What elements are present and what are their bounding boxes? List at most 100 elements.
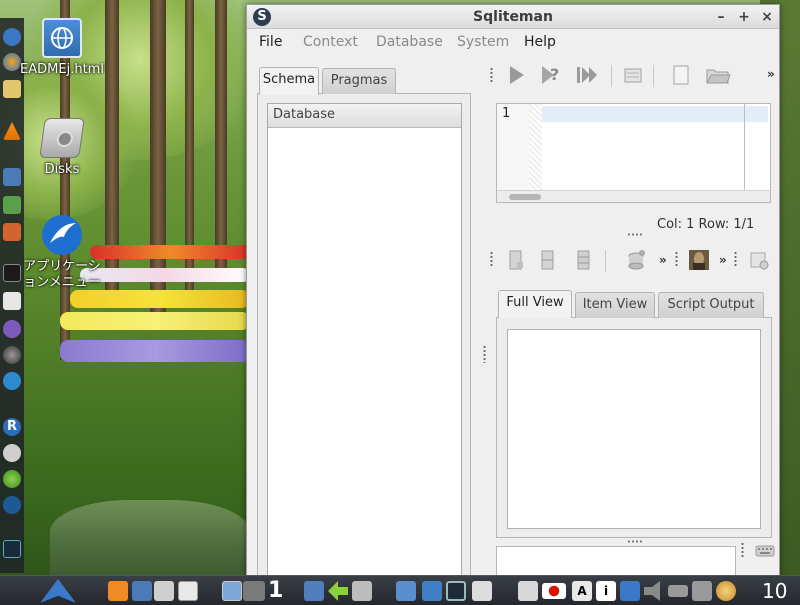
results-toolbar-grip[interactable] xyxy=(490,251,493,267)
drive-icon[interactable] xyxy=(352,581,372,601)
editor-splitter-handle[interactable] xyxy=(627,233,643,236)
window-list-icon-1[interactable] xyxy=(396,581,416,601)
camera-icon[interactable] xyxy=(154,581,174,601)
screenshot-icon[interactable] xyxy=(518,581,538,601)
japan-flag-icon[interactable] xyxy=(542,583,566,599)
desktop-icon-readme[interactable]: EADMEj.html xyxy=(12,18,112,78)
run-script-icon[interactable] xyxy=(574,63,598,87)
wireless-icon[interactable] xyxy=(620,581,640,601)
toolbar-separator xyxy=(611,65,612,87)
menu-system[interactable]: System xyxy=(457,34,509,50)
scrollbar-thumb[interactable] xyxy=(509,194,541,200)
tab-item-view[interactable]: Item View xyxy=(575,292,655,318)
insert-row-icon[interactable] xyxy=(504,248,528,272)
keyboard-icon[interactable] xyxy=(753,539,777,563)
commit-changes-icon[interactable] xyxy=(624,248,648,272)
results-grid[interactable] xyxy=(507,329,761,529)
toolbar-overflow-chevron[interactable]: » xyxy=(767,67,775,81)
r-language-icon[interactable]: R xyxy=(3,418,21,436)
schema-tree[interactable]: Database xyxy=(267,103,462,578)
sqliteman-window: S Sqliteman – + × File Context Database … xyxy=(246,4,780,578)
results-toolbar-overflow[interactable]: » xyxy=(659,253,667,267)
output-grip[interactable] xyxy=(741,542,744,558)
toolbar-separator xyxy=(605,250,606,272)
results-toolbar-overflow-2[interactable]: » xyxy=(719,253,727,267)
menu-database[interactable]: Database xyxy=(376,34,443,50)
title-bar[interactable]: S Sqliteman – + × xyxy=(247,5,779,29)
open-folder-icon[interactable] xyxy=(705,63,731,87)
desktop-icon-label-line2: ョンメニュー xyxy=(23,275,101,290)
package-icon[interactable] xyxy=(132,581,152,601)
monitor-icon[interactable] xyxy=(446,581,466,601)
close-button[interactable]: × xyxy=(759,8,775,26)
fold-margin xyxy=(529,104,542,190)
horizontal-scrollbar[interactable] xyxy=(497,190,770,202)
output-box[interactable] xyxy=(496,546,736,578)
blob-preview-icon[interactable] xyxy=(687,248,711,272)
desktop-icon-disks[interactable]: Disks xyxy=(12,118,112,178)
workspace-number: 1 xyxy=(268,578,284,603)
edge-marker xyxy=(744,104,745,190)
menu-bar: File Context Database System Help xyxy=(247,30,779,54)
results-toolbar-grip-3[interactable] xyxy=(734,251,737,267)
calculator-icon[interactable] xyxy=(472,581,492,601)
menu-file[interactable]: File xyxy=(259,34,282,50)
tab-script-output[interactable]: Script Output xyxy=(658,292,764,318)
bird-icon[interactable] xyxy=(3,372,21,390)
desktop-icon-label: Disks xyxy=(44,162,80,177)
file-manager-icon[interactable] xyxy=(304,581,324,601)
export-data-icon[interactable] xyxy=(747,248,771,272)
start-menu-icon[interactable] xyxy=(40,579,76,603)
tab-schema[interactable]: Schema xyxy=(259,67,319,95)
svg-text:?: ? xyxy=(550,65,559,84)
line-number: 1 xyxy=(502,106,511,121)
desktop-icon-app-menu[interactable]: アプリケーシ ョンメニュー xyxy=(12,215,112,291)
info-icon[interactable]: i xyxy=(596,581,616,601)
explain-query-icon[interactable]: ? xyxy=(538,63,562,87)
tree-header-database[interactable]: Database xyxy=(268,104,461,128)
show-desktop-icon[interactable] xyxy=(178,581,198,601)
battery-icon[interactable] xyxy=(668,585,688,597)
network-transfer-icon[interactable] xyxy=(692,581,712,601)
tab-full-view[interactable]: Full View xyxy=(498,290,572,318)
minimize-button[interactable]: – xyxy=(713,8,729,26)
input-method-icon[interactable]: A xyxy=(572,581,592,601)
sqliteman-launcher-icon[interactable] xyxy=(3,496,21,514)
document-viewer-icon[interactable] xyxy=(3,292,21,310)
duplicate-row-icon[interactable] xyxy=(536,248,560,272)
desktop-icon-label: EADMEj.html xyxy=(20,62,104,77)
splitter-handle[interactable] xyxy=(483,345,486,363)
results-toolbar-grip-2[interactable] xyxy=(675,251,678,267)
maximize-button[interactable]: + xyxy=(736,8,752,26)
delete-row-icon[interactable] xyxy=(572,248,596,272)
settings-gear-icon[interactable] xyxy=(108,581,128,601)
results-splitter-handle[interactable] xyxy=(627,540,643,543)
volume-icon[interactable] xyxy=(644,581,660,601)
emacs-icon[interactable] xyxy=(3,320,21,338)
run-sql-icon[interactable] xyxy=(504,63,528,87)
menu-help[interactable]: Help xyxy=(524,34,556,50)
settings-icon[interactable] xyxy=(3,444,21,462)
toolbar-grip[interactable] xyxy=(490,67,493,83)
workspace-1-icon[interactable] xyxy=(222,581,242,601)
system-monitor-icon[interactable] xyxy=(3,540,21,558)
home-folder-icon[interactable] xyxy=(422,581,442,601)
search-icon[interactable] xyxy=(3,346,21,364)
window-title: Sqliteman xyxy=(473,9,553,25)
workspace-2-icon[interactable] xyxy=(243,581,265,601)
sql-editor[interactable]: 1 xyxy=(496,103,771,203)
lubuntu-bird-icon xyxy=(42,215,82,255)
user-avatar-icon[interactable] xyxy=(716,581,736,601)
back-arrow-icon[interactable] xyxy=(328,581,348,601)
clock-label[interactable]: 10月 xyxy=(762,579,800,605)
mail-icon[interactable] xyxy=(3,80,21,98)
new-file-icon[interactable] xyxy=(669,63,693,87)
clover-icon[interactable] xyxy=(3,470,21,488)
tab-pragmas[interactable]: Pragmas xyxy=(322,68,396,94)
clear-sql-icon[interactable] xyxy=(621,63,645,87)
taskbar: 1 A i 10月 xyxy=(0,575,800,605)
menu-context[interactable]: Context xyxy=(303,34,358,50)
current-line-highlight xyxy=(542,106,768,122)
disk-icon xyxy=(39,118,85,158)
spreadsheet-icon[interactable] xyxy=(3,196,21,214)
